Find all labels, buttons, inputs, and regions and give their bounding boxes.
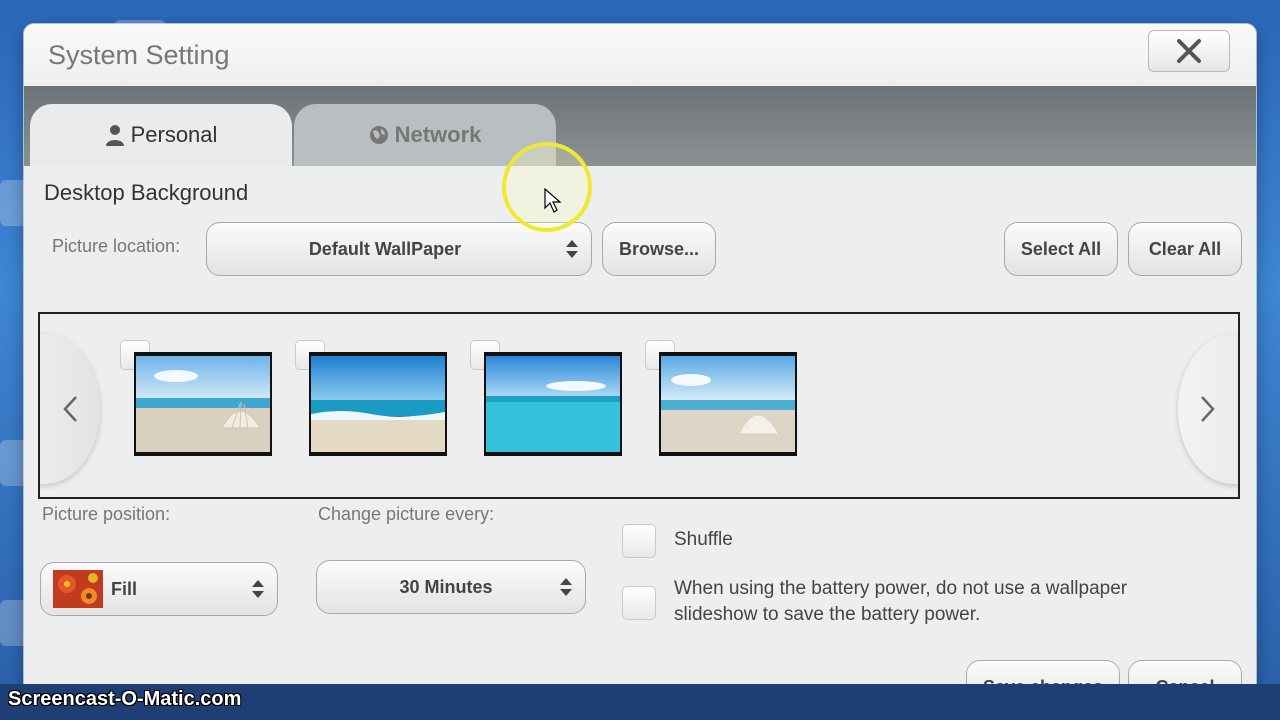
change-picture-select[interactable]: 30 Minutes [316,560,586,614]
battery-label-line1: When using the battery power, do not use… [674,578,1128,599]
shuffle-label: Shuffle [674,529,733,550]
next-button[interactable] [1178,334,1238,484]
clear-all-button[interactable]: Clear All [1128,222,1242,276]
wallpaper-thumbnail[interactable] [134,352,272,456]
picture-position-select[interactable]: Fill [40,562,278,616]
chevron-right-icon [1201,396,1215,422]
wallpaper-gallery [38,312,1240,499]
shuffle-checkbox[interactable] [622,524,656,558]
up-down-arrows-icon [566,240,578,258]
close-button[interactable] [1148,30,1230,72]
select-all-button[interactable]: Select All [1004,222,1118,276]
system-setting-window: System Setting Personal Network Desktop … [24,24,1256,698]
picture-position-value: Fill [111,578,137,599]
watermark-text: Screencast-O-Matic.com [8,688,242,710]
beach-waves-image [311,356,445,452]
globe-icon [369,126,388,144]
chevron-left-icon [63,396,77,422]
tab-label: Network [394,122,482,147]
battery-label-line2: slideshow to save the battery power. [674,604,981,625]
section-title: Desktop Background [44,180,249,205]
personal-panel: Desktop Background Picture location: Def… [24,166,1256,698]
close-icon [1177,39,1201,63]
wallpaper-thumbnail[interactable] [309,352,447,456]
user-icon [105,125,124,146]
picture-location-value: Default WallPaper [308,238,462,259]
tab-strip: Personal Network [24,86,1256,166]
window-title: System Setting [48,40,230,70]
picture-position-label: Picture position: [42,504,171,524]
up-down-arrows-icon [252,580,264,598]
browse-button[interactable]: Browse... [602,222,716,276]
change-picture-label: Change picture every: [318,504,495,524]
battery-label: When using the battery power, do not use… [674,576,1127,628]
flower-thumbnail-icon [53,570,103,608]
up-down-arrows-icon [560,578,572,596]
beach-shell-image [136,356,270,452]
tab-personal[interactable]: Personal [30,104,292,166]
battery-checkbox[interactable] [622,586,656,620]
watermark-bar: Screencast-O-Matic.com [0,684,1280,720]
tab-label: Personal [130,122,218,147]
cursor-highlight [502,142,592,232]
beach-shell-image [661,356,795,452]
wallpaper-thumbnail[interactable] [484,352,622,456]
title-bar: System Setting [24,24,1256,86]
picture-location-label: Picture location: [52,236,181,256]
wallpaper-thumbnail[interactable] [659,352,797,456]
change-picture-value: 30 Minutes [399,576,493,597]
previous-button[interactable] [40,334,100,484]
mouse-pointer-icon [544,188,562,213]
turquoise-sea-image [486,356,620,452]
